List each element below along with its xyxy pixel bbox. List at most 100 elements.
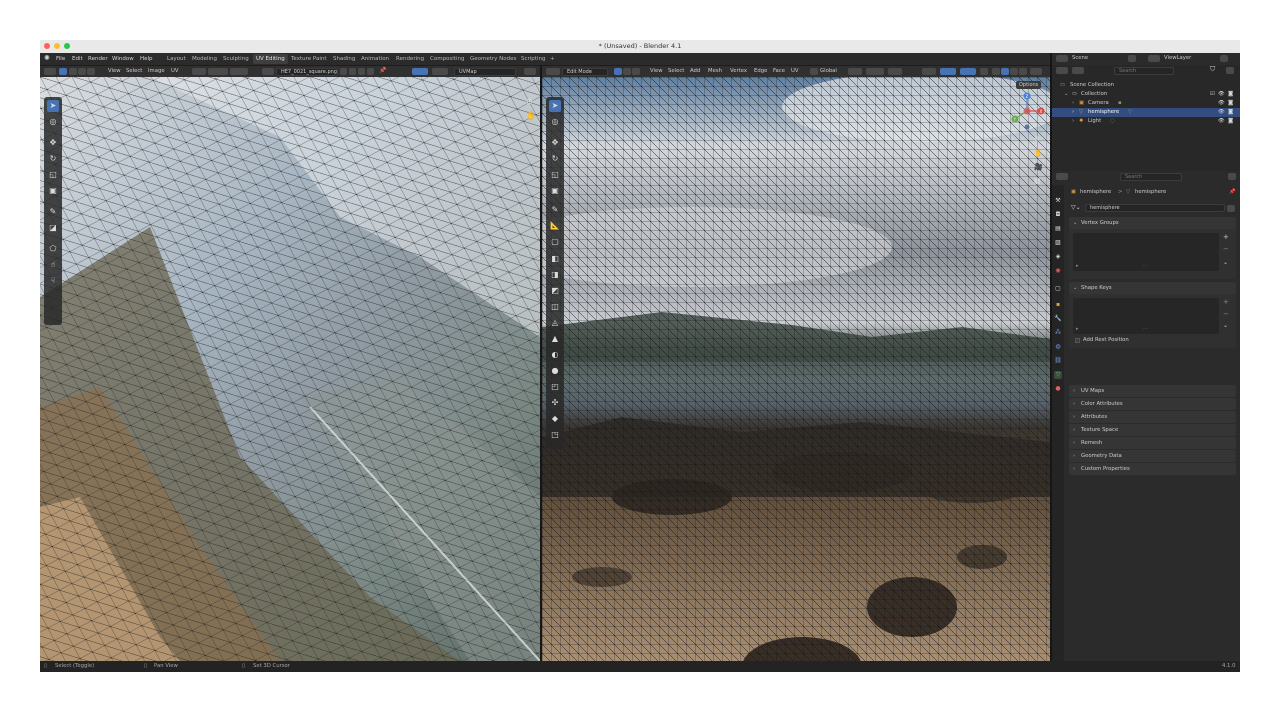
vp-shrink-tool-icon[interactable]: ✣	[549, 397, 561, 409]
mesh-data-icon[interactable]: ▽	[1128, 108, 1132, 117]
tree-row-hemisphere[interactable]: › ▽ hemisphere ▽ 👁 ◙	[1052, 108, 1240, 117]
uv-menu-image[interactable]: Image	[148, 68, 165, 74]
menu-edit[interactable]: Edit	[72, 56, 83, 62]
add-workspace-button[interactable]: +	[547, 54, 558, 64]
tab-scripting[interactable]: Scripting	[518, 54, 548, 64]
vp-pan-icon[interactable]: ✋	[1034, 149, 1043, 157]
particles-tab-icon[interactable]: ⁂	[1054, 329, 1062, 337]
visibility-icon[interactable]	[922, 68, 936, 75]
panel-vertex-groups[interactable]: ⌄ Vertex Groups	[1069, 217, 1236, 229]
camera-data-icon[interactable]: ▪	[1118, 99, 1122, 108]
hemisphere-chevron-icon[interactable]: ›	[1072, 108, 1074, 117]
hemisphere-render-icon[interactable]: ◙	[1228, 108, 1233, 117]
pan-hand-icon[interactable]: ✋	[526, 111, 536, 120]
filter-icon[interactable]: ⛉	[1210, 65, 1215, 74]
scene-tab-icon[interactable]: ◈	[1054, 253, 1062, 261]
panel-attributes[interactable]: › Attributes	[1069, 411, 1236, 423]
vp-rip-tool-icon[interactable]: ◳	[549, 429, 561, 441]
vp-transform-tool-icon[interactable]: ▣	[549, 185, 561, 197]
menu-help[interactable]: Help	[140, 56, 153, 62]
fake-user-icon[interactable]	[340, 68, 347, 75]
light-data-icon[interactable]: ◌	[1110, 117, 1115, 126]
uv-menu-uv[interactable]: UV	[171, 68, 179, 74]
tree-row-collection[interactable]: ⌄ ▭ Collection ☑ 👁 ◙	[1052, 90, 1240, 99]
vp-menu-view[interactable]: View	[650, 68, 663, 74]
render-tab-icon[interactable]: ◘	[1054, 211, 1062, 219]
mesh-browse-icon[interactable]: ▽⌄	[1071, 204, 1081, 211]
uv-gizmo-icon[interactable]	[432, 68, 448, 75]
scene-name[interactable]: Scene	[1072, 55, 1088, 61]
unlink-image-icon[interactable]	[367, 68, 374, 75]
shape-list-resize-icon[interactable]: ⋯	[1143, 326, 1148, 332]
annotate-tool-icon[interactable]: ✎	[47, 206, 59, 218]
uvmap-field[interactable]: UVMap	[454, 67, 516, 76]
scene-icon[interactable]	[1056, 55, 1068, 62]
display-channels-icon[interactable]	[524, 68, 536, 75]
select-box-tool-icon[interactable]: ➤	[47, 100, 59, 112]
camera-render-icon[interactable]: ◙	[1228, 99, 1233, 108]
properties-search-field[interactable]: Search	[1120, 172, 1182, 181]
mesh-name-field[interactable]: hemisphere	[1085, 204, 1225, 212]
face-select-icon[interactable]	[632, 68, 640, 75]
remove-shape-key-icon[interactable]: −	[1223, 310, 1229, 318]
vp-loopcut-tool-icon[interactable]: ◫	[549, 301, 561, 313]
grab-tool-icon[interactable]: ⬠	[47, 243, 59, 255]
vp-menu-vertex[interactable]: Vertex	[730, 68, 747, 74]
tab-uv-editing[interactable]: UV Editing	[253, 54, 288, 64]
object-tab-icon[interactable]: ▪	[1054, 301, 1062, 309]
panel-shape-keys[interactable]: ⌄ Shape Keys	[1069, 282, 1236, 294]
vp-polybuild-tool-icon[interactable]: ▲	[549, 333, 561, 345]
options-dropdown[interactable]: Options	[1016, 81, 1042, 89]
shape-key-specials-icon[interactable]: ⌄	[1223, 322, 1228, 329]
mesh-data-tab-icon[interactable]: ▽	[1054, 371, 1062, 379]
vp-spin-tool-icon[interactable]: ◐	[549, 349, 561, 361]
tree-row-light[interactable]: › ✹ Light ◌ 👁 ◙	[1052, 117, 1240, 126]
visibility-eye-icon[interactable]: 👁	[1218, 90, 1225, 99]
camera-visibility-icon[interactable]: 👁	[1218, 99, 1225, 108]
tree-row-camera[interactable]: › ▣ Camera ▪ 👁 ◙	[1052, 99, 1240, 108]
blender-logo-icon[interactable]: ✺	[44, 54, 50, 62]
vp-add-cube-tool-icon[interactable]: ▢	[549, 236, 561, 248]
constraints-tab-icon[interactable]: ⛓	[1054, 357, 1062, 365]
view-layer-name[interactable]: ViewLayer	[1164, 55, 1191, 61]
snapping-icon[interactable]	[866, 68, 884, 75]
modifiers-tab-icon[interactable]: 🔧	[1054, 315, 1062, 323]
expand-chevron-icon[interactable]: ⌄	[1064, 90, 1068, 99]
uv-menu-select[interactable]: Select	[126, 68, 142, 74]
panel-texture-space[interactable]: › Texture Space	[1069, 424, 1236, 436]
new-scene-icon[interactable]	[1128, 55, 1136, 62]
panel-custom-properties[interactable]: › Custom Properties	[1069, 463, 1236, 475]
breadcrumb-pin-icon[interactable]: 📌	[1229, 185, 1236, 199]
light-render-icon[interactable]: ◙	[1228, 117, 1233, 126]
shading-solid-icon[interactable]	[1001, 68, 1009, 75]
vertex-mode-icon[interactable]	[69, 68, 77, 75]
vp-menu-mesh[interactable]: Mesh	[708, 68, 722, 74]
collection-tab-icon[interactable]: ▢	[1054, 285, 1062, 293]
tool-tab-icon[interactable]: ⚒	[1054, 197, 1062, 205]
overlays-icon[interactable]	[960, 68, 976, 75]
shading-wireframe-icon[interactable]	[992, 68, 1000, 75]
tab-sculpting[interactable]: Sculpting	[220, 54, 252, 64]
uv-menu-view[interactable]: View	[108, 68, 121, 74]
scale-tool-icon[interactable]: ◱	[47, 169, 59, 181]
properties-options-icon[interactable]	[1228, 173, 1236, 180]
move-tool-icon[interactable]: ✥	[47, 137, 59, 149]
vp-measure-tool-icon[interactable]: 📐	[549, 220, 561, 232]
tab-modeling[interactable]: Modeling	[189, 54, 220, 64]
rip-tool-icon[interactable]: ◪	[47, 222, 59, 234]
outliner-editor-icon[interactable]	[1056, 67, 1068, 74]
uv-editor-canvas[interactable]: ➤ ◎ ✥ ↻ ◱ ▣ ✎ ◪ ⬠ ☝ ☟ ⊕ ✋	[40, 77, 540, 661]
panel-geometry-data[interactable]: › Geometry Data	[1069, 450, 1236, 462]
light-visibility-icon[interactable]: 👁	[1218, 117, 1225, 126]
vp-bevel-tool-icon[interactable]: ◩	[549, 285, 561, 297]
properties-editor-icon[interactable]	[1056, 173, 1068, 180]
vp-menu-uv[interactable]: UV	[791, 68, 799, 74]
material-tab-icon[interactable]: ●	[1054, 385, 1062, 393]
mesh-fake-user-icon[interactable]	[1227, 205, 1235, 212]
tab-shading[interactable]: Shading	[330, 54, 358, 64]
panel-remesh[interactable]: › Remesh	[1069, 437, 1236, 449]
hemisphere-visibility-icon[interactable]: 👁	[1218, 108, 1225, 117]
render-camera-icon[interactable]: ◙	[1228, 90, 1233, 99]
new-collection-icon[interactable]	[1226, 67, 1234, 74]
add-shape-key-icon[interactable]: +	[1223, 298, 1229, 306]
